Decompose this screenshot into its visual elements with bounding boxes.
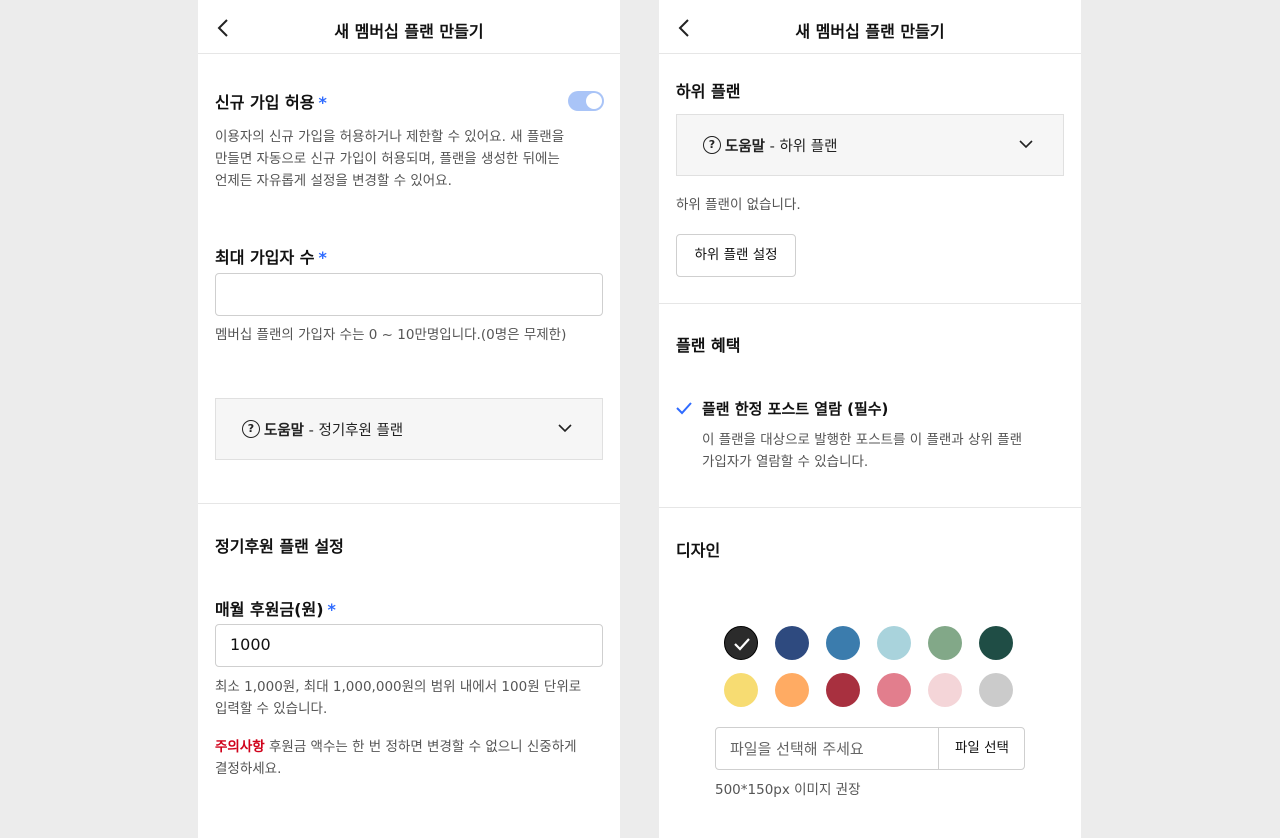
helper-line: 입력할 수 있습니다. [215,701,328,717]
warning-text: 후원금 액수는 한 번 정하면 변경할 수 없으니 신중하게 [264,739,577,755]
app-bar: 새 멤버십 플랜 만들기 [659,0,1081,54]
chevron-down-icon [558,424,572,433]
benefits-label: 플랜 혜택 [676,336,741,355]
required-mark: * [318,248,327,267]
section-divider [659,303,1081,304]
help-bold-text: 도움말 [725,139,766,155]
sub-plan-settings-button[interactable]: 하위 플랜 설정 [676,234,796,277]
section-divider [198,503,620,504]
color-swatch-crimson[interactable] [826,673,860,707]
file-input-placeholder[interactable]: 파일을 선택해 주세요 [730,738,864,759]
file-size-hint: 500*150px 이미지 권장 [715,782,861,798]
benefit-item-title: 플랜 한정 포스트 열람 (필수) [702,400,889,418]
signup-allow-toggle[interactable] [568,91,604,111]
color-swatch-black[interactable] [724,626,758,660]
signup-allow-description: 이용자의 신규 가입을 허용하거나 제한할 수 있어요. 새 플랜을 만들면 자… [215,126,605,192]
color-swatch-gray[interactable] [979,673,1013,707]
left-panel: 새 멤버십 플랜 만들기 신규 가입 허용 * 이용자의 신규 가입을 허용하거나… [198,0,620,838]
help-question-icon: ? [242,420,260,438]
monthly-amount-input[interactable]: 1000 [215,624,603,667]
help-rest-text: - 정기후원 플랜 [304,423,404,439]
description-line: 이용자의 신규 가입을 허용하거나 제한할 수 있어요. 새 플랜을 [215,129,565,145]
color-swatch-blue[interactable] [826,626,860,660]
color-swatch-navy[interactable] [775,626,809,660]
selected-check-icon [734,638,750,651]
help-accordion-text: 도움말 - 하위 플랜 [725,135,837,156]
help-rest-text: - 하위 플랜 [765,139,838,155]
signup-allow-label-text: 신규 가입 허용 [215,93,315,112]
warning-notice: 주의사항 후원금 액수는 한 번 정하면 변경할 수 없으니 신중하게 결정하세… [215,736,577,780]
description-line: 이 플랜을 대상으로 발행한 포스트를 이 플랜과 상위 플랜 [702,432,1022,448]
color-swatch-dark-green[interactable] [979,626,1013,660]
max-members-label: 최대 가입자 수 * [215,244,327,268]
color-swatch-sage[interactable] [928,626,962,660]
page-title: 새 멤버십 플랜 만들기 [334,22,484,41]
color-swatch-orange[interactable] [775,673,809,707]
required-mark: * [318,93,327,112]
color-swatch-yellow[interactable] [724,673,758,707]
warning-text: 결정하세요. [215,761,282,777]
monthly-amount-helper: 최소 1,000원, 최대 1,000,000원의 범위 내에서 100원 단위… [215,676,581,720]
section-divider [659,507,1081,508]
helper-line: 최소 1,000원, 최대 1,000,000원의 범위 내에서 100원 단위… [215,679,582,695]
right-panel: 새 멤버십 플랜 만들기 하위 플랜 ? 도움말 - 하위 플랜 하위 플랜이 … [659,0,1081,838]
color-swatch-light-pink[interactable] [928,673,962,707]
help-bold-text: 도움말 [264,423,305,439]
monthly-amount-label: 매월 후원금(원) * [215,596,336,620]
monthly-amount-label-text: 매월 후원금(원) [215,600,324,619]
signup-allow-label: 신규 가입 허용 * [215,89,327,113]
chevron-down-icon [1019,140,1033,149]
file-picker: 파일을 선택해 주세요 파일 선택 [715,727,1025,770]
section-title: 정기후원 플랜 설정 [215,537,344,556]
sub-plan-empty-text: 하위 플랜이 없습니다. [676,197,801,213]
check-icon [676,402,692,415]
app-bar: 새 멤버십 플랜 만들기 [198,0,620,54]
help-accordion-subscription[interactable]: ? 도움말 - 정기후원 플랜 [215,398,603,460]
toggle-knob [586,93,602,109]
help-accordion-text: 도움말 - 정기후원 플랜 [264,419,403,440]
page-title: 새 멤버십 플랜 만들기 [795,22,945,41]
warning-label: 주의사항 [215,739,265,755]
description-line: 만들면 자동으로 신규 가입이 허용되며, 플랜을 생성한 뒤에는 [215,151,560,167]
required-mark: * [327,600,336,619]
max-members-helper: 멤버십 플랜의 가입자 수는 0 ~ 10만명입니다.(0명은 무제한) [215,327,567,343]
color-swatch-light-blue[interactable] [877,626,911,660]
color-swatch-pink[interactable] [877,673,911,707]
sub-plan-label: 하위 플랜 [676,82,741,101]
max-members-label-text: 최대 가입자 수 [215,248,315,267]
file-select-button[interactable]: 파일 선택 [939,728,1025,769]
help-question-icon: ? [703,136,721,154]
max-members-input[interactable] [215,273,603,316]
help-accordion-sub-plan[interactable]: ? 도움말 - 하위 플랜 [676,114,1064,176]
description-line: 언제든 자유롭게 설정을 변경할 수 있어요. [215,173,452,189]
benefit-item-description: 이 플랜을 대상으로 발행한 포스트를 이 플랜과 상위 플랜 가입자가 열람할… [702,429,1022,473]
description-line: 가입자가 열람할 수 있습니다. [702,454,869,470]
design-label: 디자인 [676,541,721,560]
